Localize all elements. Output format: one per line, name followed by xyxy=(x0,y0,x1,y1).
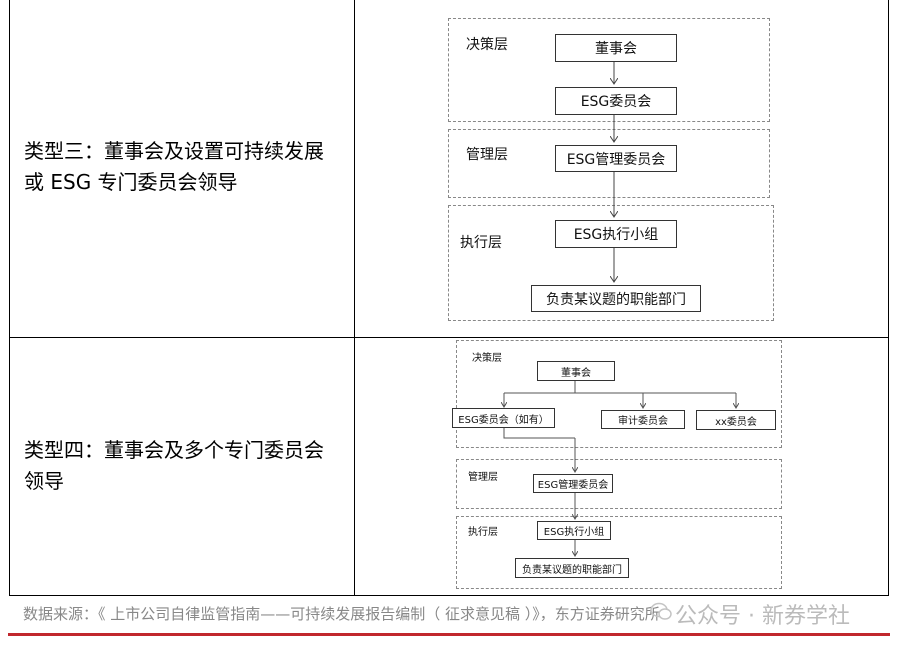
box2-audit-committee: 审计委员会 xyxy=(601,410,685,429)
watermark-text: 公众号 · 新券学社 xyxy=(675,604,850,629)
source-note: 数据来源：《 上市公司自律监管指南——可持续发展报告编制（ 征求意见稿 ）》，东… xyxy=(23,605,660,623)
box2-esg-execution-team: ESG执行小组 xyxy=(537,521,611,540)
box2-esg-committee: ESG委员会（如有） xyxy=(452,408,555,428)
diagram-type4-arrows xyxy=(0,381,900,649)
box2-board: 董事会 xyxy=(537,361,615,381)
box2-xx-committee: xx委员会 xyxy=(696,410,776,430)
box2-esg-management-committee: ESG管理委员会 xyxy=(533,474,613,493)
box2-functional-department: 负责某议题的职能部门 xyxy=(515,558,629,578)
wechat-icon xyxy=(650,602,672,620)
footer-red-rule xyxy=(8,633,890,636)
